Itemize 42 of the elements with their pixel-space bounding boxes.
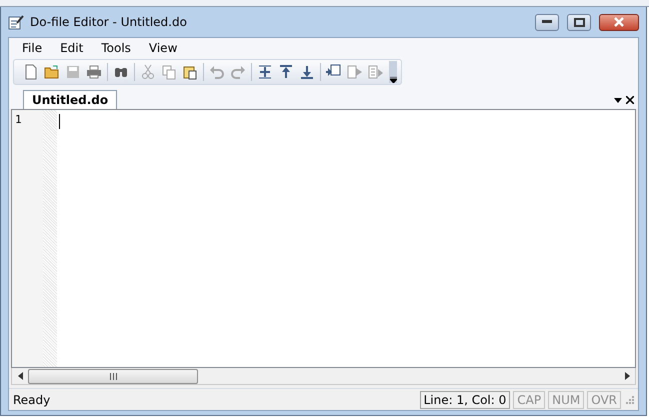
document-tab[interactable]: Untitled.do xyxy=(23,90,118,109)
minimize-icon xyxy=(542,20,552,24)
menu-item[interactable]: File xyxy=(13,39,52,57)
key-indicator: CAP xyxy=(513,390,546,408)
close-button[interactable] xyxy=(599,14,639,30)
status-message: Ready xyxy=(13,392,52,406)
maximize-icon xyxy=(574,18,584,26)
cursor-position: Line: 1, Col: 0 xyxy=(420,390,510,408)
key-indicator: OVR xyxy=(587,390,621,408)
cut-icon xyxy=(140,64,156,80)
line-number: 1 xyxy=(15,113,23,126)
menu-item[interactable]: View xyxy=(140,39,186,57)
menu-item[interactable]: Edit xyxy=(51,39,92,57)
menu-item[interactable]: Tools xyxy=(92,39,140,57)
editor-area[interactable]: 1 xyxy=(11,109,636,368)
left-arrow-icon xyxy=(18,372,22,380)
minimize-button[interactable] xyxy=(535,14,559,30)
grip-icon xyxy=(110,372,116,380)
toolbar-overflow-button[interactable] xyxy=(389,61,397,83)
new-icon xyxy=(23,64,39,80)
text-cursor xyxy=(59,114,60,129)
print-icon xyxy=(86,64,102,80)
resize-grip-icon[interactable] xyxy=(624,394,634,406)
save-icon xyxy=(65,64,81,80)
close-icon xyxy=(614,17,624,27)
dropdown-icon[interactable] xyxy=(614,98,622,102)
key-indicator: NUM xyxy=(548,390,584,408)
copy-icon xyxy=(161,64,177,80)
notepad-pen-icon xyxy=(8,14,24,30)
scroll-thumb[interactable] xyxy=(28,368,198,384)
horizontal-scrollbar[interactable] xyxy=(11,368,636,385)
print-button[interactable] xyxy=(85,63,103,81)
undo-icon xyxy=(209,64,225,80)
right-arrow-icon xyxy=(624,372,630,380)
maximize-button[interactable] xyxy=(567,14,591,30)
open-button[interactable] xyxy=(43,63,61,81)
open-icon xyxy=(44,64,60,80)
paste-icon xyxy=(182,64,198,80)
redo-icon xyxy=(230,64,246,80)
window-title: Do-file Editor - Untitled.do xyxy=(30,15,188,29)
dropdown-icon xyxy=(390,77,396,83)
close-icon[interactable] xyxy=(626,96,634,104)
